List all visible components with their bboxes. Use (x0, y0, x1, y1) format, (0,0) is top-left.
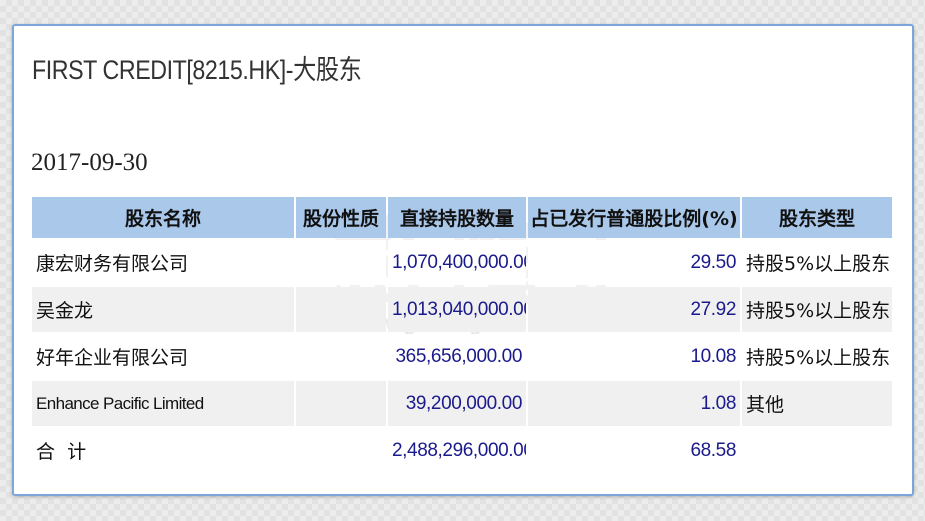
holder-type: 持股5%以上股东 (742, 240, 892, 285)
shareholders-table: 股东名称 股份性质 直接持股数量 占已发行普通股比例(%) 股东类型 康宏财务有… (30, 195, 894, 475)
share-count: 39,200,000.00 (388, 381, 526, 426)
share-nature (296, 334, 386, 379)
total-share-ratio: 68.58 (528, 428, 740, 473)
col-header-nature: 股份性质 (296, 197, 386, 238)
share-nature (296, 428, 386, 473)
col-header-name: 股东名称 (32, 197, 294, 238)
table-row: 吴金龙 1,013,040,000.00 27.92 持股5%以上股东 (32, 287, 892, 332)
share-nature (296, 240, 386, 285)
shareholders-panel: FIRST CREDIT[8215.HK]-大股东 2017-09-30 格隆汇… (12, 24, 914, 496)
col-header-shares: 直接持股数量 (388, 197, 526, 238)
total-label: 合 计 (32, 428, 294, 473)
table-header-row: 股东名称 股份性质 直接持股数量 占已发行普通股比例(%) 股东类型 (32, 197, 892, 238)
holder-name: 好年企业有限公司 (32, 334, 294, 379)
table-row: 好年企业有限公司 365,656,000.00 10.08 持股5%以上股东 (32, 334, 892, 379)
table-total-row: 合 计 2,488,296,000.00 68.58 (32, 428, 892, 473)
table-row: Enhance Pacific Limited 39,200,000.00 1.… (32, 381, 892, 426)
share-count: 365,656,000.00 (388, 334, 526, 379)
page-title: FIRST CREDIT[8215.HK]-大股东 (32, 55, 362, 85)
share-nature (296, 381, 386, 426)
share-count: 1,013,040,000.00 (388, 287, 526, 332)
holder-type: 其他 (742, 381, 892, 426)
table-row: 康宏财务有限公司 1,070,400,000.00 29.50 持股5%以上股东 (32, 240, 892, 285)
holder-type: 持股5%以上股东 (742, 287, 892, 332)
share-ratio: 27.92 (528, 287, 740, 332)
col-header-type: 股东类型 (742, 197, 892, 238)
holder-type: 持股5%以上股东 (742, 334, 892, 379)
share-nature (296, 287, 386, 332)
share-count: 1,070,400,000.00 (388, 240, 526, 285)
col-header-ratio: 占已发行普通股比例(%) (528, 197, 740, 238)
holder-name: 吴金龙 (32, 287, 294, 332)
holder-name: Enhance Pacific Limited (32, 381, 294, 426)
share-ratio: 10.08 (528, 334, 740, 379)
holder-name: 康宏财务有限公司 (32, 240, 294, 285)
report-date: 2017-09-30 (31, 149, 148, 176)
share-ratio: 29.50 (528, 240, 740, 285)
total-share-count: 2,488,296,000.00 (388, 428, 526, 473)
holder-type (742, 428, 892, 473)
share-ratio: 1.08 (528, 381, 740, 426)
